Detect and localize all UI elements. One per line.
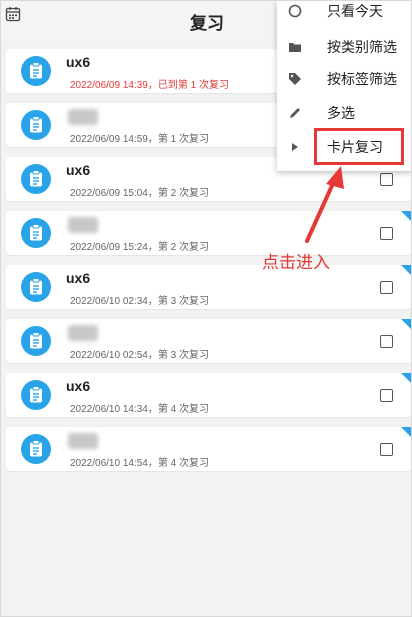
clipboard-icon	[30, 386, 42, 403]
note-avatar	[21, 164, 51, 194]
select-checkbox[interactable]	[380, 389, 393, 402]
folder-icon	[289, 43, 301, 52]
pencil-icon	[290, 108, 300, 118]
note-avatar	[21, 326, 51, 356]
list-item[interactable]: ux6 2022/06/10 02:34，第 3 次复习	[6, 265, 411, 309]
redacted-title	[68, 433, 98, 449]
note-avatar	[21, 218, 51, 248]
note-avatar	[21, 56, 51, 86]
circle-icon	[288, 4, 302, 18]
clipboard-icon	[30, 332, 42, 349]
select-checkbox[interactable]	[380, 173, 393, 186]
list-item[interactable]: 2022/06/10 02:54，第 3 次复习	[6, 319, 411, 363]
clipboard-icon	[30, 278, 42, 295]
item-subtitle: 2022/06/09 15:24，第 2 次复习	[70, 242, 209, 253]
item-title: ux6	[66, 378, 91, 394]
corner-marker	[401, 211, 411, 222]
item-subtitle: 2022/06/10 02:54，第 3 次复习	[70, 350, 209, 361]
list-item[interactable]: 2022/06/10 14:54，第 4 次复习	[6, 427, 411, 471]
menu-item-label: 按类别筛选	[327, 39, 397, 55]
item-title: ux6	[66, 162, 91, 178]
clipboard-icon	[30, 116, 42, 133]
app-screen: 复习 ux6 2022/06/09 14:39，已到第 1 次复习 2022/0…	[0, 0, 412, 617]
item-subtitle: 2022/06/09 15:04，第 2 次复习	[70, 188, 209, 199]
menu-item-filter-category[interactable]: 按类别筛选	[277, 31, 411, 63]
item-subtitle: 2022/06/09 14:59，第 1 次复习	[70, 134, 209, 145]
highlight-box	[314, 128, 404, 165]
note-avatar	[21, 272, 51, 302]
menu-item-filter-tag[interactable]: 按标签筛选	[277, 63, 411, 95]
clipboard-icon	[30, 170, 42, 187]
corner-marker	[401, 373, 411, 384]
menu-item-label: 只看今天	[327, 3, 383, 19]
menu-item-today-only[interactable]: 只看今天	[277, 1, 411, 27]
item-title: ux6	[66, 270, 91, 286]
corner-marker	[401, 427, 411, 438]
menu-item-multi-select[interactable]: 多选	[277, 97, 411, 129]
clipboard-icon	[30, 440, 42, 457]
redacted-title	[68, 325, 98, 341]
menu-item-label: 多选	[327, 105, 355, 121]
redacted-title	[68, 109, 98, 125]
corner-marker	[401, 265, 411, 276]
menu-item-label: 按标签筛选	[327, 71, 397, 87]
list-item[interactable]: ux6 2022/06/10 14:34，第 4 次复习	[6, 373, 411, 417]
item-subtitle: 2022/06/10 02:34，第 3 次复习	[70, 296, 209, 307]
play-arrow-icon	[292, 143, 298, 151]
select-checkbox[interactable]	[380, 227, 393, 240]
select-checkbox[interactable]	[380, 443, 393, 456]
corner-marker	[401, 319, 411, 330]
item-subtitle: 2022/06/10 14:54，第 4 次复习	[70, 458, 209, 469]
list-item[interactable]: 2022/06/09 15:24，第 2 次复习	[6, 211, 411, 255]
annotation-text: 点击进入	[262, 253, 330, 272]
item-subtitle: 2022/06/10 14:34，第 4 次复习	[70, 404, 209, 415]
note-avatar	[21, 380, 51, 410]
item-subtitle: 2022/06/09 14:39，已到第 1 次复习	[70, 80, 229, 91]
redacted-title	[68, 217, 98, 233]
note-avatar	[21, 110, 51, 140]
select-checkbox[interactable]	[380, 335, 393, 348]
note-avatar	[21, 434, 51, 464]
clipboard-icon	[30, 224, 42, 241]
tag-icon	[289, 73, 301, 85]
select-checkbox[interactable]	[380, 281, 393, 294]
item-title: ux6	[66, 54, 91, 70]
clipboard-icon	[30, 62, 42, 79]
